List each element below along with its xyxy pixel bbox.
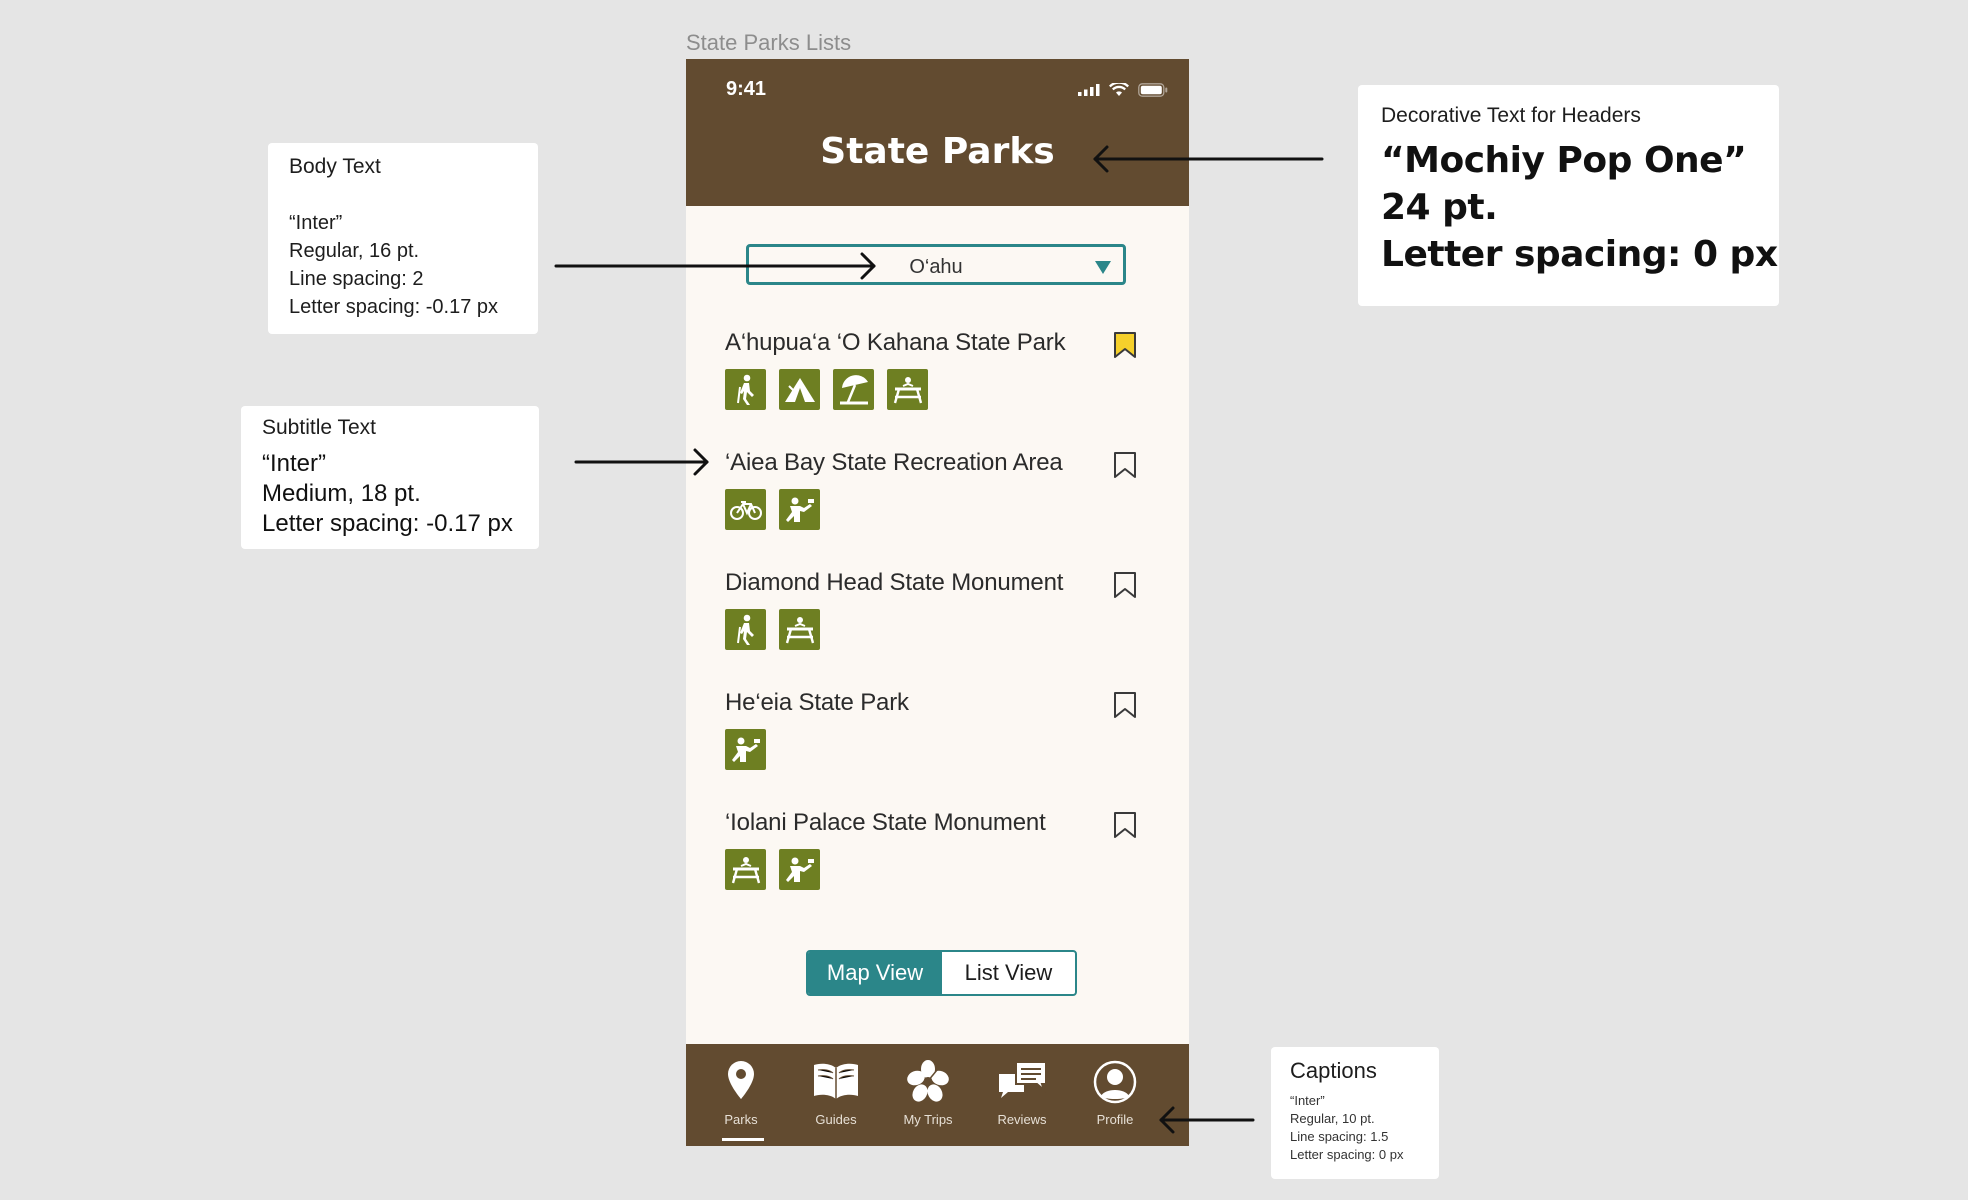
annotation-arrows — [554, 145, 1324, 1134]
